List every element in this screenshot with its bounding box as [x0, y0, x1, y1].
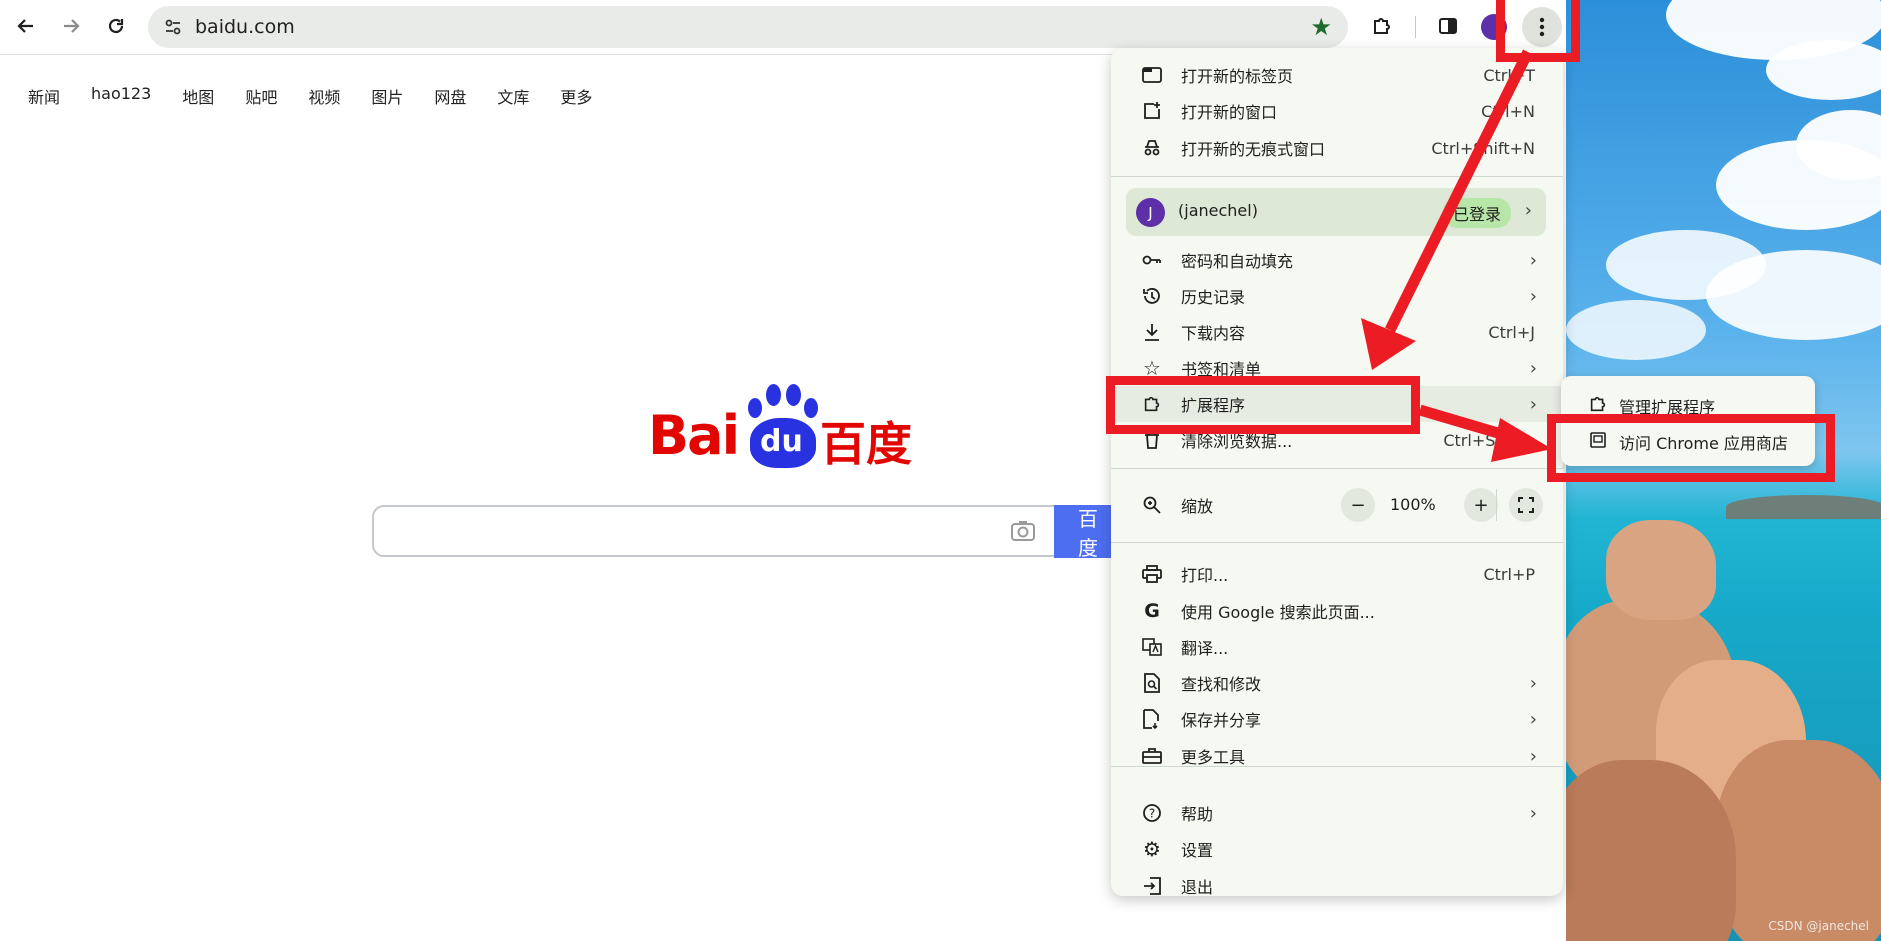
- new-window-icon: [1141, 100, 1163, 122]
- nav-link[interactable]: 更多: [560, 84, 592, 108]
- menu-item-incognito[interactable]: 打开新的无痕式窗口 Ctrl+Shift+N: [1111, 130, 1563, 166]
- incognito-icon: [1141, 137, 1163, 159]
- nav-link[interactable]: 视频: [308, 84, 340, 108]
- svg-text:?: ?: [1149, 807, 1155, 821]
- side-panel-button[interactable]: [1432, 10, 1464, 42]
- baidu-logo: Bai du 百度: [648, 382, 914, 471]
- menu-separator: [1111, 468, 1563, 469]
- menu-item-settings[interactable]: ⚙ 设置: [1111, 831, 1563, 867]
- key-icon: [1141, 249, 1163, 271]
- save-share-icon: [1141, 708, 1163, 730]
- baidu-top-nav: 新闻 hao123 地图 贴吧 视频 图片 网盘 文库 更多: [28, 84, 623, 108]
- menu-item-more-tools[interactable]: 更多工具 ›: [1111, 738, 1563, 774]
- annotation-box-extensions: [1106, 376, 1420, 434]
- nav-link[interactable]: hao123: [91, 84, 151, 108]
- browser-toolbar: baidu.com ★: [0, 0, 1566, 55]
- zoom-icon: [1141, 494, 1163, 516]
- watermark: CSDN @janechel: [1768, 919, 1869, 933]
- help-icon: ?: [1141, 802, 1163, 824]
- logo-bai-text: Bai: [648, 404, 740, 467]
- chevron-right-icon: ›: [1529, 802, 1537, 824]
- annotation-box-web-store: [1547, 414, 1835, 482]
- fullscreen-button[interactable]: [1509, 488, 1543, 522]
- menu-item-exit[interactable]: 退出: [1111, 868, 1563, 904]
- reload-icon: [108, 18, 124, 34]
- history-icon: [1141, 285, 1163, 307]
- new-tab-icon: [1141, 64, 1163, 86]
- arrow-right-icon: [64, 19, 80, 33]
- camera-icon[interactable]: [1010, 519, 1036, 543]
- baidu-search-input[interactable]: [372, 505, 1056, 557]
- nav-link[interactable]: 贴吧: [245, 84, 277, 108]
- chevron-right-icon: ›: [1529, 285, 1537, 307]
- menu-item-downloads[interactable]: 下载内容 Ctrl+J: [1111, 314, 1563, 350]
- nav-link[interactable]: 新闻: [28, 84, 60, 108]
- menu-item-passwords[interactable]: 密码和自动填充 ›: [1111, 242, 1563, 278]
- translate-icon: [1141, 636, 1163, 658]
- toolbar-divider: [1415, 16, 1416, 38]
- site-info-icon[interactable]: [162, 16, 184, 38]
- zoom-divider: [1496, 489, 1497, 521]
- chevron-right-icon: ›: [1524, 200, 1532, 221]
- exit-icon: [1141, 875, 1163, 897]
- side-panel-icon: [1439, 18, 1457, 34]
- chevron-right-icon: ›: [1529, 745, 1537, 767]
- menu-item-new-tab[interactable]: 打开新的标签页 Ctrl+T: [1111, 57, 1563, 93]
- extension-icon: [1374, 18, 1390, 34]
- extension-icon: [1587, 393, 1609, 415]
- reload-button[interactable]: [100, 10, 132, 42]
- menu-item-find[interactable]: 查找和修改 ›: [1111, 665, 1563, 701]
- bookmark-star-icon[interactable]: ★: [1310, 13, 1332, 41]
- signed-in-badge: 已登录: [1443, 198, 1512, 228]
- toolbox-icon: [1141, 745, 1163, 767]
- download-icon: [1141, 321, 1163, 343]
- gear-icon: ⚙: [1143, 837, 1161, 861]
- find-icon: [1141, 672, 1163, 694]
- zoom-level: 100%: [1390, 495, 1436, 514]
- menu-item-new-window[interactable]: 打开新的窗口 Ctrl+N: [1111, 93, 1563, 129]
- url-text[interactable]: baidu.com: [195, 16, 295, 38]
- avatar: J: [1136, 198, 1165, 227]
- menu-separator: [1111, 542, 1563, 543]
- fullscreen-icon: [1518, 497, 1534, 513]
- menu-item-zoom: 缩放 − 100% +: [1111, 481, 1563, 529]
- menu-item-help[interactable]: ? 帮助 ›: [1111, 795, 1563, 831]
- chrome-main-menu: 打开新的标签页 Ctrl+T 打开新的窗口 Ctrl+N 打开新的无痕式窗口 C…: [1111, 48, 1563, 897]
- address-bar[interactable]: baidu.com ★: [148, 6, 1348, 48]
- menu-separator: [1111, 766, 1563, 767]
- arrow-left-icon: [17, 19, 33, 33]
- chevron-right-icon: ›: [1529, 708, 1537, 730]
- paw-icon: du: [740, 382, 826, 468]
- menu-profile-row[interactable]: J (janechel) 已登录 ›: [1126, 188, 1546, 236]
- nav-link[interactable]: 地图: [182, 84, 214, 108]
- menu-item-google-search[interactable]: G 使用 Google 搜索此页面...: [1111, 593, 1563, 629]
- menu-item-print[interactable]: 打印... Ctrl+P: [1111, 556, 1563, 592]
- menu-item-history[interactable]: 历史记录 ›: [1111, 278, 1563, 314]
- logo-du-text: du: [760, 424, 803, 459]
- print-icon: [1141, 563, 1163, 585]
- zoom-in-button[interactable]: +: [1464, 488, 1498, 522]
- forward-button[interactable]: [55, 10, 87, 42]
- nav-link[interactable]: 文库: [497, 84, 529, 108]
- zoom-out-button[interactable]: −: [1341, 488, 1375, 522]
- profile-name: (janechel): [1178, 201, 1258, 220]
- nav-link[interactable]: 图片: [371, 84, 403, 108]
- google-icon: G: [1144, 600, 1160, 622]
- nav-link[interactable]: 网盘: [434, 84, 466, 108]
- chevron-right-icon: ›: [1529, 249, 1537, 271]
- menu-item-translate[interactable]: 翻译...: [1111, 629, 1563, 665]
- extensions-button[interactable]: [1366, 10, 1398, 42]
- chevron-right-icon: ›: [1529, 357, 1537, 379]
- menu-separator: [1111, 176, 1563, 177]
- chevron-right-icon: ›: [1529, 672, 1537, 694]
- chevron-right-icon: ›: [1529, 393, 1537, 415]
- menu-item-save-share[interactable]: 保存并分享 ›: [1111, 701, 1563, 737]
- annotation-box-menu-button: [1496, 0, 1580, 62]
- back-button[interactable]: [10, 10, 42, 42]
- baidu-search-button[interactable]: 百度: [1054, 505, 1114, 560]
- logo-cn-text: 百度: [820, 417, 912, 471]
